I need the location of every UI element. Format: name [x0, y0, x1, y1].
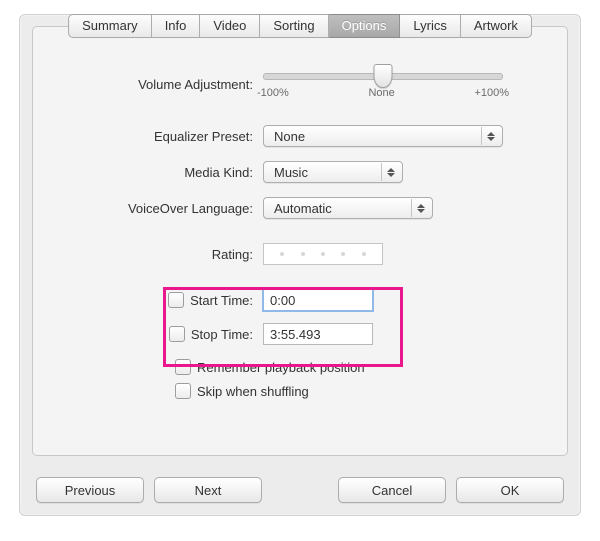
tab-summary[interactable]: Summary: [68, 14, 152, 38]
equalizer-preset-value: None: [274, 129, 305, 144]
label-remember-playback: Remember playback position: [197, 360, 365, 375]
tab-artwork[interactable]: Artwork: [461, 14, 532, 38]
cancel-button[interactable]: Cancel: [338, 477, 446, 503]
row-equalizer-preset: Equalizer Preset: None: [33, 125, 567, 147]
voiceover-language-value: Automatic: [274, 201, 332, 216]
voiceover-language-popup[interactable]: Automatic: [263, 197, 433, 219]
rating-input[interactable]: [263, 243, 383, 265]
rating-dot-icon: [341, 252, 345, 256]
options-panel: Volume Adjustment: -100% None +100% Equa…: [32, 26, 568, 456]
slider-max-label: +100%: [474, 87, 509, 99]
tab-bar: Summary Info Video Sorting Options Lyric…: [68, 14, 532, 38]
rating-dot-icon: [301, 252, 305, 256]
rating-dot-icon: [321, 252, 325, 256]
rating-dot-icon: [362, 252, 366, 256]
start-time-field[interactable]: [263, 289, 373, 311]
next-button[interactable]: Next: [154, 477, 262, 503]
row-remember-playback: Remember playback position: [33, 359, 567, 375]
label-skip-shuffling: Skip when shuffling: [197, 384, 309, 399]
tab-lyrics[interactable]: Lyrics: [400, 14, 460, 38]
rating-dot-icon: [280, 252, 284, 256]
slider-thumb[interactable]: [374, 64, 393, 88]
start-time-label-area: Start Time:: [33, 292, 263, 308]
media-kind-value: Music: [274, 165, 308, 180]
updown-arrows-icon: [481, 127, 500, 145]
label-stop-time: Stop Time:: [191, 327, 253, 342]
volume-slider[interactable]: -100% None +100%: [263, 67, 503, 101]
previous-button[interactable]: Previous: [36, 477, 144, 503]
tab-video[interactable]: Video: [200, 14, 260, 38]
label-rating: Rating:: [33, 247, 263, 262]
row-volume-adjustment: Volume Adjustment: -100% None +100%: [33, 67, 567, 101]
row-media-kind: Media Kind: Music: [33, 161, 567, 183]
label-voiceover-language: VoiceOver Language:: [33, 201, 263, 216]
tab-info[interactable]: Info: [152, 14, 201, 38]
row-start-time: Start Time:: [33, 289, 567, 311]
ok-button[interactable]: OK: [456, 477, 564, 503]
options-dialog: Summary Info Video Sorting Options Lyric…: [19, 14, 581, 516]
label-start-time: Start Time:: [190, 293, 253, 308]
updown-arrows-icon: [411, 199, 430, 217]
skip-shuffling-checkbox[interactable]: [175, 383, 191, 399]
start-time-checkbox[interactable]: [168, 292, 184, 308]
stop-time-checkbox[interactable]: [169, 326, 185, 342]
tab-sorting[interactable]: Sorting: [260, 14, 328, 38]
remember-playback-checkbox[interactable]: [175, 359, 191, 375]
equalizer-preset-popup[interactable]: None: [263, 125, 503, 147]
row-rating: Rating:: [33, 243, 567, 265]
updown-arrows-icon: [381, 163, 400, 181]
tab-options[interactable]: Options: [329, 14, 401, 38]
label-media-kind: Media Kind:: [33, 165, 263, 180]
media-kind-popup[interactable]: Music: [263, 161, 403, 183]
dialog-button-bar: Previous Next Cancel OK: [36, 477, 564, 503]
stop-time-field[interactable]: [263, 323, 373, 345]
slider-ticklabels: -100% None +100%: [257, 87, 509, 99]
row-stop-time: Stop Time:: [33, 323, 567, 345]
slider-mid-label: None: [368, 87, 394, 99]
label-equalizer-preset: Equalizer Preset:: [33, 129, 263, 144]
row-voiceover-language: VoiceOver Language: Automatic: [33, 197, 567, 219]
stop-time-label-area: Stop Time:: [33, 326, 263, 342]
slider-min-label: -100%: [257, 87, 289, 99]
label-volume-adjustment: Volume Adjustment:: [33, 77, 263, 92]
row-skip-shuffling: Skip when shuffling: [33, 383, 567, 399]
